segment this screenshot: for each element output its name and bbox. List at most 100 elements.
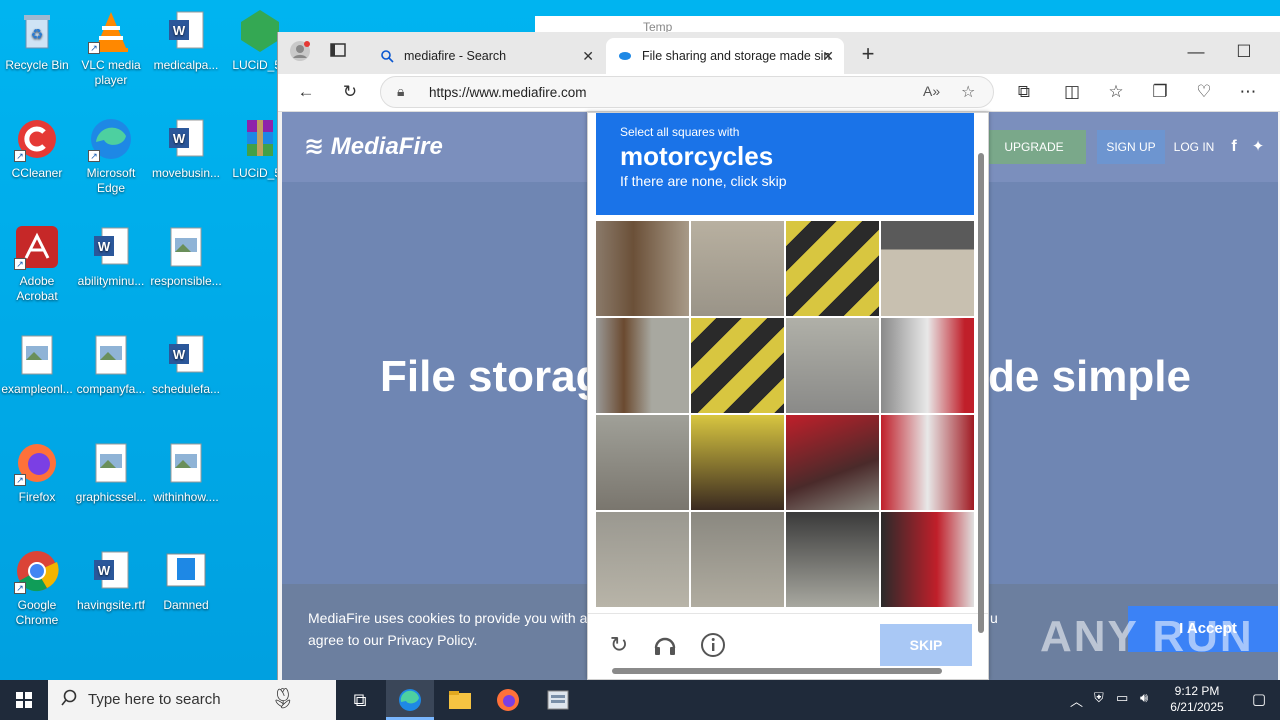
close-icon[interactable]: ✕	[582, 48, 594, 65]
task-view-icon[interactable]: ⧉	[336, 680, 384, 720]
address-url: https://www.mediafire.com	[429, 85, 587, 100]
desktop-icon-graphicssel[interactable]: graphicssel...	[74, 440, 148, 505]
tab-mediafire[interactable]: File sharing and storage made sin ✕	[606, 38, 844, 74]
captcha-tile[interactable]	[691, 221, 784, 316]
privacy-policy-link[interactable]: agree to our Privacy Policy.	[308, 632, 477, 648]
desktop-icon-exampleonl[interactable]: exampleonl...	[0, 332, 74, 397]
desktop-icon-recycle-bin[interactable]: ♻ Recycle Bin	[0, 8, 74, 73]
profile-icon[interactable]	[286, 40, 314, 68]
desktop-icon-adobe-acrobat[interactable]: ↗ Adobe Acrobat	[0, 224, 74, 304]
captcha-tile[interactable]	[786, 221, 879, 316]
favorite-star-icon[interactable]: ☆	[961, 82, 975, 102]
twitter-icon[interactable]: ✦	[1246, 130, 1270, 164]
system-tray: ︿ ⛨ ▭ 🔊︎ 9:12 PM 6/21/2025 ▢	[1070, 680, 1280, 720]
cookie-text-line1-tail: u	[990, 610, 998, 626]
captcha-horizontal-scrollbar[interactable]	[596, 667, 966, 675]
more-menu-icon[interactable]: ⋯	[1234, 78, 1262, 106]
taskbar-app-icon[interactable]	[534, 680, 582, 720]
new-tab-icon[interactable]: +	[854, 40, 882, 68]
desktop-icon-vlc[interactable]: ↗ VLC media player	[74, 8, 148, 88]
captcha-tile[interactable]	[596, 512, 689, 607]
browser-essentials-icon[interactable]: ♡	[1190, 78, 1218, 106]
clock[interactable]: 9:12 PM 6/21/2025	[1162, 683, 1232, 715]
desktop-icon-microsoft-edge[interactable]: ↗ Microsoft Edge	[74, 116, 148, 196]
split-screen-icon[interactable]: ◫	[1058, 78, 1086, 106]
captcha-tile[interactable]	[691, 415, 784, 510]
notification-icon[interactable]: ▢	[1252, 690, 1266, 708]
desktop-icon-google-chrome[interactable]: ↗ Google Chrome	[0, 548, 74, 628]
desktop-icon-responsible[interactable]: responsible...	[149, 224, 223, 289]
tab-actions-icon[interactable]	[324, 40, 352, 68]
volume-icon[interactable]: 🔊︎	[1140, 690, 1148, 706]
taskbar-search[interactable]: Type here to search 🌷︎	[48, 680, 336, 720]
captcha-vertical-scrollbar[interactable]	[976, 113, 986, 653]
collections-icon[interactable]: ❐	[1146, 78, 1174, 106]
tray-chevron-icon[interactable]: ︿	[1070, 691, 1083, 710]
flame-logo-icon: ≋	[304, 133, 331, 160]
audio-headphones-icon[interactable]	[652, 632, 678, 658]
captcha-tile[interactable]	[881, 512, 974, 607]
minimize-icon[interactable]: —	[1182, 38, 1210, 66]
mediafire-favicon-icon	[618, 49, 632, 63]
desktop-icon-label: movebusin...	[151, 166, 221, 180]
desktop-icon-medicalpa[interactable]: W medicalpa...	[149, 8, 223, 73]
desktop-icon-damned[interactable]: Damned	[149, 548, 223, 613]
refresh-icon[interactable]: ↻	[336, 78, 364, 106]
captcha-tile[interactable]	[881, 318, 974, 413]
image-file-icon	[14, 332, 60, 378]
desktop-icon-schedulefa[interactable]: W schedulefa...	[149, 332, 223, 397]
login-button[interactable]: LOG IN	[1168, 130, 1220, 164]
read-aloud-icon[interactable]: A»	[923, 83, 940, 99]
start-button[interactable]	[0, 680, 48, 720]
security-tray-icon[interactable]: ⛨	[1094, 690, 1104, 706]
captcha-tile[interactable]	[596, 415, 689, 510]
desktop-icon-companyfa[interactable]: companyfa...	[74, 332, 148, 397]
mediafire-logo[interactable]: ≋ MediaFire	[304, 132, 443, 161]
desktop-icon-ccleaner[interactable]: ↗ CCleaner	[0, 116, 74, 181]
extensions-icon[interactable]: ⧉	[1010, 78, 1038, 106]
desktop-icon-label: havingsite.rtf	[76, 598, 146, 612]
desktop-icon-firefox[interactable]: ↗ Firefox	[0, 440, 74, 505]
favorites-icon[interactable]: ☆	[1102, 78, 1130, 106]
back-icon[interactable]: ←	[292, 78, 320, 106]
captcha-tile[interactable]	[596, 318, 689, 413]
network-icon[interactable]: ▭	[1116, 690, 1128, 706]
close-icon[interactable]: ✕	[822, 48, 834, 65]
captcha-tile[interactable]	[786, 415, 879, 510]
desktop-icon-label: companyfa...	[76, 382, 146, 396]
taskbar-edge-icon[interactable]	[386, 680, 434, 720]
signup-button[interactable]: SIGN UP	[1097, 130, 1165, 164]
captcha-tile[interactable]	[786, 512, 879, 607]
firefox-icon: ↗	[14, 440, 60, 486]
captcha-tile[interactable]	[596, 221, 689, 316]
address-bar[interactable]: 🔒︎ https://www.mediafire.com A» ☆	[380, 76, 994, 108]
tab-mediafire-search[interactable]: mediafire - Search ✕	[368, 38, 604, 74]
captcha-tile[interactable]	[786, 318, 879, 413]
captcha-tile[interactable]	[691, 318, 784, 413]
svg-text:W: W	[173, 23, 186, 38]
facebook-icon[interactable]: f	[1222, 130, 1246, 164]
taskbar-firefox-icon[interactable]	[484, 680, 532, 720]
taskbar-file-explorer-icon[interactable]	[436, 680, 484, 720]
desktop-icon-abilityminu[interactable]: W abilityminu...	[74, 224, 148, 289]
tab-bar: mediafire - Search ✕ File sharing and st…	[278, 32, 1280, 74]
skip-button[interactable]: SKIP	[880, 624, 972, 666]
captcha-tile[interactable]	[881, 221, 974, 316]
desktop-icon-label: medicalpa...	[153, 58, 219, 72]
desktop-icon-label: responsible...	[150, 274, 222, 288]
maximize-icon[interactable]: ☐	[1230, 38, 1258, 66]
svg-text:W: W	[98, 239, 111, 254]
desktop-icon-havingsite[interactable]: W havingsite.rtf	[74, 548, 148, 613]
desktop-icon-label: Recycle Bin	[5, 58, 69, 72]
captcha-tile[interactable]	[691, 512, 784, 607]
desktop-icon-label: Firefox	[18, 490, 56, 504]
desktop-icon-withinhow[interactable]: withinhow....	[149, 440, 223, 505]
info-icon[interactable]	[700, 632, 726, 658]
upgrade-button[interactable]: UPGRADE	[982, 130, 1086, 164]
captcha-tile[interactable]	[881, 415, 974, 510]
desktop-icon-movebusin[interactable]: W movebusin...	[149, 116, 223, 181]
reload-icon[interactable]: ↻	[606, 632, 632, 658]
desktop-icon-label: CCleaner	[11, 166, 63, 180]
desktop-icon-label: withinhow....	[153, 490, 219, 504]
svg-text:W: W	[173, 347, 186, 362]
